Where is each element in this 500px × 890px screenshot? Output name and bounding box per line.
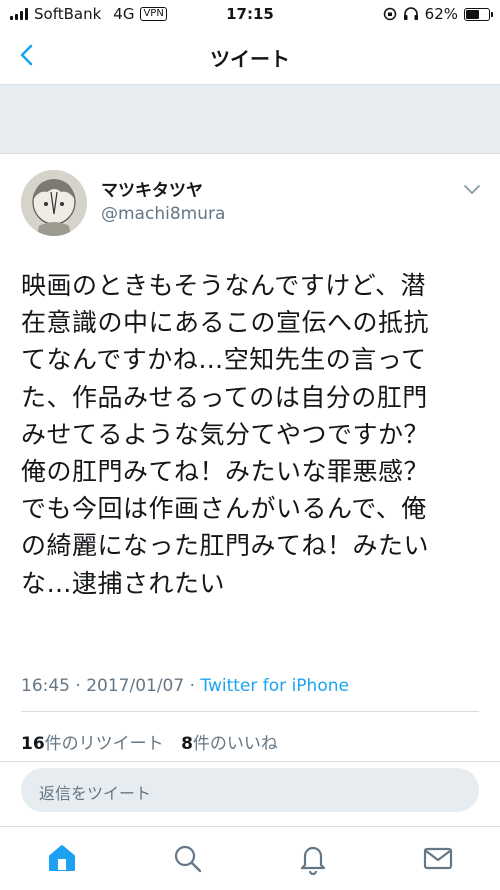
tweet-text: 映画のときもそうなんですけど、潜 在意識の中にあるこの宣伝への抵抗 てなんですか… — [21, 271, 430, 598]
battery-percent: 62% — [424, 5, 458, 23]
tweet-source-link[interactable]: Twitter for iPhone — [200, 676, 349, 696]
bell-icon[interactable] — [296, 841, 330, 875]
search-icon[interactable] — [170, 841, 204, 875]
avatar-image — [21, 170, 87, 236]
chevron-down-icon[interactable] — [463, 184, 481, 196]
tweet-timestamp: 16:45 · 2017/01/07 · — [21, 676, 201, 696]
author-info[interactable]: マツキタツヤ @machi8mura — [101, 180, 225, 226]
page-title: ツイート — [210, 47, 290, 71]
status-bar: SoftBank 4G VPN 17:15 62% — [0, 0, 500, 28]
tab-bar — [0, 826, 500, 890]
headphones-icon — [403, 7, 418, 20]
battery-icon — [464, 7, 493, 21]
like-stat[interactable]: 8件のいいね — [181, 734, 278, 754]
header-banner — [0, 85, 500, 154]
divider — [21, 711, 479, 712]
like-label: 件のいいね — [192, 734, 278, 754]
divider — [0, 761, 500, 762]
reply-input[interactable]: 返信をツイート — [21, 768, 479, 812]
author-handle[interactable]: @machi8mura — [101, 202, 225, 226]
reply-placeholder: 返信をツイート — [39, 784, 152, 803]
author-name[interactable]: マツキタツヤ — [101, 180, 225, 202]
tweet-meta: 16:45 · 2017/01/07 · Twitter for iPhone — [21, 676, 349, 696]
status-right: 62% — [383, 5, 493, 23]
retweet-count: 16 — [21, 734, 45, 754]
orientation-lock-icon — [383, 7, 396, 21]
like-count: 8 — [181, 734, 193, 754]
retweet-stat[interactable]: 16件のリツイート — [21, 734, 164, 754]
mail-icon[interactable] — [421, 841, 455, 875]
nav-bar: ツイート — [0, 28, 500, 85]
retweet-label: 件のリツイート — [44, 734, 164, 754]
tweet-stats: 16件のリツイート 8件のいいね — [21, 729, 278, 754]
home-icon[interactable] — [45, 841, 79, 875]
avatar[interactable] — [21, 170, 87, 236]
